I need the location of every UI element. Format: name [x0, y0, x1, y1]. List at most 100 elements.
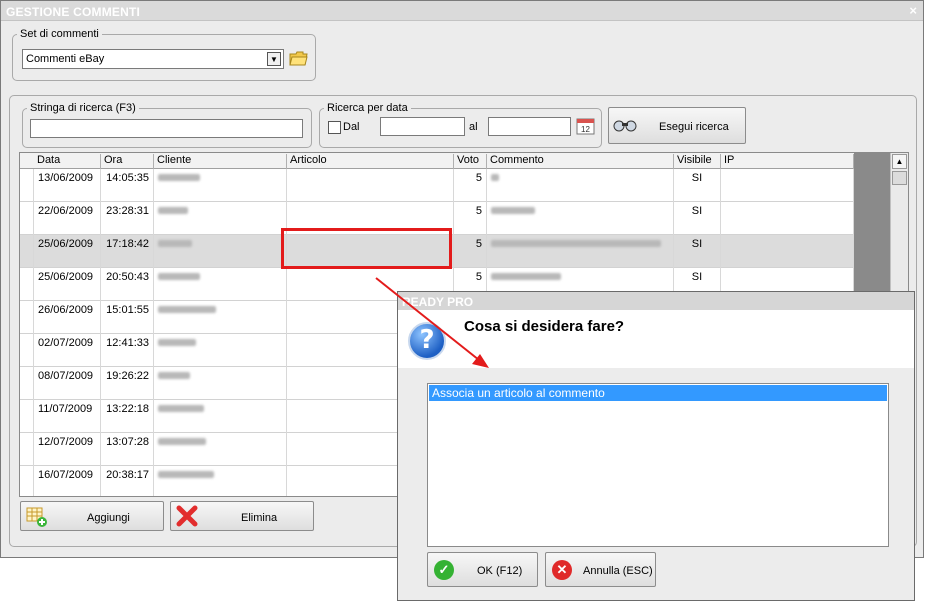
chevron-down-icon[interactable]: ▼ [267, 52, 281, 66]
table-cell-data: 12/07/2009 [34, 433, 101, 466]
grid-header-data[interactable]: Data [34, 154, 101, 169]
redacted-text [158, 471, 214, 478]
grid-header-ip[interactable]: IP [721, 154, 854, 169]
comment-set-legend: Set di commenti [17, 28, 102, 40]
table-cell-visibile: SI [674, 202, 721, 235]
grid-header: Data Ora Cliente Articolo Voto Commento … [20, 153, 854, 169]
redacted-text [491, 273, 561, 280]
table-cell-cliente [154, 466, 287, 496]
binoculars-icon [613, 118, 637, 135]
redacted-text [158, 273, 200, 280]
table-cell-voto: 5 [454, 169, 487, 202]
search-string-legend: Stringa di ricerca (F3) [27, 102, 139, 114]
date-search-legend: Ricerca per data [324, 102, 411, 114]
grid-header-voto[interactable]: Voto [454, 154, 487, 169]
table-cell-visibile: SI [674, 235, 721, 268]
table-cell-data: 22/06/2009 [34, 202, 101, 235]
table-cell-commento [487, 169, 674, 202]
dialog-option-associate[interactable]: Associa un articolo al commento [429, 385, 887, 401]
folder-icon[interactable] [289, 49, 308, 68]
redacted-text [491, 240, 661, 247]
date-from-label: Dal [343, 121, 360, 133]
table-cell-data: 25/06/2009 [34, 235, 101, 268]
add-button-label: Aggiungi [87, 512, 130, 524]
comment-set-select[interactable]: Commenti eBay ▼ [22, 49, 284, 69]
date-to-input[interactable] [488, 117, 571, 136]
table-cell-ora: 17:18:42 [101, 235, 154, 268]
table-cell-cliente [154, 169, 287, 202]
ok-button-label: OK (F12) [477, 565, 523, 577]
grid-header-cliente[interactable]: Cliente [154, 154, 287, 169]
table-cell-data: 16/07/2009 [34, 466, 101, 496]
close-icon[interactable]: × [909, 3, 917, 18]
table-row[interactable]: 13/06/2009 14:05:35 5 SI [20, 169, 854, 202]
table-cell-ora: 13:07:28 [101, 433, 154, 466]
window-title: GESTIONE COMMENTI [6, 5, 141, 19]
question-icon: ? [408, 322, 446, 360]
comment-set-value: Commenti eBay [26, 53, 105, 65]
row-indicator[interactable] [20, 466, 34, 496]
table-cell-cliente [154, 400, 287, 433]
table-cell-cliente [154, 433, 287, 466]
row-indicator[interactable] [20, 400, 34, 433]
scroll-thumb[interactable] [892, 171, 907, 185]
table-cell-ip [721, 169, 854, 202]
row-indicator[interactable] [20, 367, 34, 400]
add-button[interactable]: Aggiungi [20, 501, 164, 531]
ok-button[interactable]: ✓ OK (F12) [427, 552, 538, 587]
table-cell-ora: 12:41:33 [101, 334, 154, 367]
table-cell-visibile: SI [674, 169, 721, 202]
grid-header-commento[interactable]: Commento [487, 154, 674, 169]
table-cell-data: 02/07/2009 [34, 334, 101, 367]
redacted-text [158, 438, 206, 445]
cancel-button[interactable]: ✕ Annulla (ESC) [545, 552, 656, 587]
search-button[interactable]: Esegui ricerca [608, 107, 746, 144]
row-indicator[interactable] [20, 202, 34, 235]
delete-button-label: Elimina [241, 512, 278, 524]
date-to-label: al [469, 121, 478, 133]
table-cell-data: 11/07/2009 [34, 400, 101, 433]
table-cell-ora: 14:05:35 [101, 169, 154, 202]
table-cell-ora: 20:38:17 [101, 466, 154, 496]
date-from-input[interactable] [380, 117, 465, 136]
table-cell-articolo [287, 169, 454, 202]
table-cell-data: 25/06/2009 [34, 268, 101, 301]
table-cell-commento [487, 202, 674, 235]
row-indicator[interactable] [20, 433, 34, 466]
table-cell-data: 13/06/2009 [34, 169, 101, 202]
redacted-text [491, 174, 499, 181]
row-indicator[interactable] [20, 235, 34, 268]
table-cell-ora: 13:22:18 [101, 400, 154, 433]
table-cell-ora: 23:28:31 [101, 202, 154, 235]
scroll-up-icon[interactable]: ▲ [892, 154, 907, 169]
grid-header-articolo[interactable]: Articolo [287, 154, 454, 169]
table-cell-ip [721, 202, 854, 235]
svg-text:12: 12 [581, 125, 590, 134]
window-titlebar: GESTIONE COMMENTI × [1, 1, 923, 21]
table-cell-cliente [154, 301, 287, 334]
row-indicator[interactable] [20, 268, 34, 301]
grid-header-visibile[interactable]: Visibile [674, 154, 721, 169]
redacted-text [158, 240, 192, 247]
redacted-text [158, 306, 216, 313]
date-from-checkbox[interactable] [328, 121, 341, 134]
table-cell-cliente [154, 268, 287, 301]
row-indicator[interactable] [20, 169, 34, 202]
table-cell-data: 08/07/2009 [34, 367, 101, 400]
calendar-icon[interactable]: 12 [576, 117, 595, 135]
delete-button[interactable]: Elimina [170, 501, 314, 531]
row-indicator[interactable] [20, 334, 34, 367]
dialog-title: READY PRO [402, 295, 474, 309]
row-indicator[interactable] [20, 301, 34, 334]
dialog-question: Cosa si desidera fare? [464, 318, 625, 335]
grid-header-ora[interactable]: Ora [101, 154, 154, 169]
table-cell-ora: 19:26:22 [101, 367, 154, 400]
table-cell-ora: 15:01:55 [101, 301, 154, 334]
dialog-titlebar: READY PRO [398, 292, 914, 310]
redacted-text [158, 174, 200, 181]
dialog-options-list[interactable]: Associa un articolo al commento [427, 383, 889, 547]
cancel-icon: ✕ [552, 560, 572, 580]
table-cell-ip [721, 235, 854, 268]
redacted-text [158, 339, 196, 346]
search-string-input[interactable] [30, 119, 303, 138]
